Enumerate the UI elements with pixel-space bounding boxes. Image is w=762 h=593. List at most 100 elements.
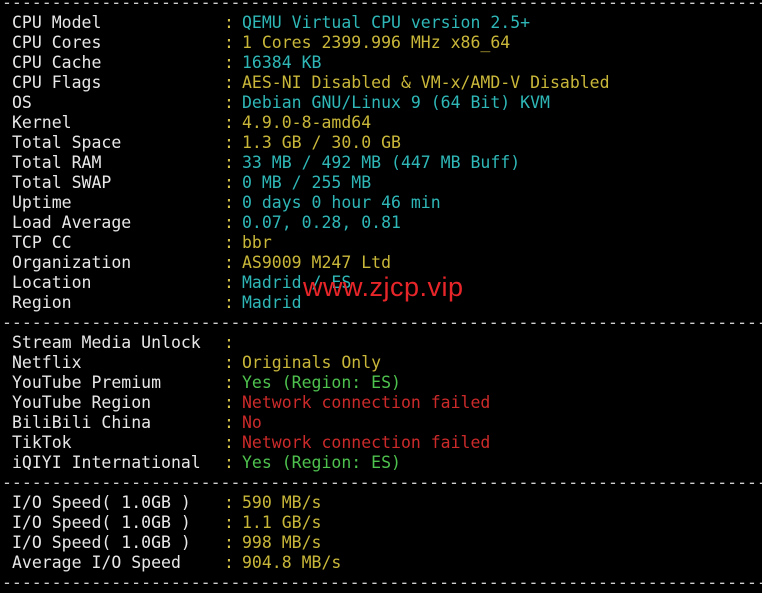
row-value: Yes (Region: ES) [242,373,401,392]
row-key: I/O Speed( 1.0GB ) [12,513,191,532]
info-row: Total RAM:33 MB / 492 MB (447 MB Buff) [2,153,762,173]
row-value: 4.9.0-8-amd64 [242,113,372,132]
row-colon: : [224,213,234,232]
row-key: Region [12,293,72,312]
io-row: I/O Speed( 1.0GB ):590 MB/s [2,493,762,513]
row-colon: : [224,13,234,32]
row-key: iQIYI International [12,453,201,472]
row-colon: : [224,413,234,432]
system-info-section: CPU Model: QEMU Virtual CPU version 2.5+ … [2,13,762,313]
separator-line: ----------------------------------------… [2,573,762,592]
row-value: 998 MB/s [242,533,322,552]
row-colon: : [224,373,234,392]
io-row: I/O Speed( 1.0GB ):1.1 GB/s [2,513,762,533]
row-colon: : [224,273,234,292]
media-row: iQIYI International: Yes (Region: ES) [2,453,762,473]
info-row: Uptime:0 days 0 hour 46 min [2,193,762,213]
row-key: YouTube Premium [12,373,162,392]
io-row: Average I/O Speed:904.8 MB/s [2,553,762,573]
row-colon: : [224,433,234,452]
row-key: OS [12,93,32,112]
row-key: Total Space [12,133,122,152]
separator-line: ----------------------------------------… [2,313,762,332]
row-key: I/O Speed( 1.0GB ) [12,493,191,512]
row-key: Uptime [12,193,72,212]
row-value: 590 MB/s [242,493,322,512]
info-row: Organization: AS9009 M247 Ltd [2,253,762,273]
row-value: 1.1 GB/s [242,513,322,532]
row-key: Total RAM [12,153,102,172]
row-value: 0 MB / 255 MB [242,173,372,192]
row-value: Originals Only [242,353,382,372]
row-colon: : [224,353,234,372]
separator-line: ----------------------------------------… [2,473,762,492]
row-value: bbr [242,233,272,252]
media-row: Stream Media Unlock: [2,333,762,353]
row-colon: : [224,73,234,92]
row-value: 904.8 MB/s [242,553,342,572]
row-key: CPU Model [12,13,102,32]
row-colon: : [224,293,234,312]
row-key: Average I/O Speed [12,553,181,572]
row-value: 0 days 0 hour 46 min [242,193,441,212]
row-colon: : [224,513,234,532]
separator-line: ----------------------------------------… [2,0,762,12]
media-row: TikTok: Network connection failed [2,433,762,453]
row-value: 33 MB / 492 MB (447 MB Buff) [242,153,521,172]
row-colon: : [224,113,234,132]
row-key: Organization [12,253,132,272]
row-value: Network connection failed [242,393,491,412]
row-colon: : [224,333,234,352]
row-value: 1.3 GB / 30.0 GB [242,133,401,152]
info-row: CPU Flags: AES-NI Disabled & VM-x/AMD-V D… [2,73,762,93]
row-colon: : [224,493,234,512]
info-row: TCP CC: bbr [2,233,762,253]
row-key: CPU Flags [12,73,102,92]
media-row: YouTube Region: Network connection failed [2,393,762,413]
row-value: AS9009 M247 Ltd [242,253,392,272]
row-key: Total SWAP [12,173,112,192]
media-row: Netflix: Originals Only [2,353,762,373]
row-value: 0.07, 0.28, 0.81 [242,213,401,232]
row-colon: : [224,253,234,272]
row-key: Stream Media Unlock [12,333,201,352]
info-row: Total SWAP:0 MB / 255 MB [2,173,762,193]
row-value: Yes (Region: ES) [242,453,401,472]
watermark-text: www.zjcp.vip [303,272,464,302]
row-key: TCP CC [12,233,72,252]
row-colon: : [224,193,234,212]
io-speed-section: I/O Speed( 1.0GB ):590 MB/s I/O Speed( 1… [2,493,762,573]
row-key: Kernel [12,113,72,132]
info-row: Load Average:0.07, 0.28, 0.81 [2,213,762,233]
row-value: 1 Cores 2399.996 MHz x86_64 [242,33,511,52]
row-colon: : [224,233,234,252]
row-value: Madrid [242,293,302,312]
row-colon: : [224,133,234,152]
row-key: YouTube Region [12,393,152,412]
row-colon: : [224,153,234,172]
row-key: Location [12,273,92,292]
row-colon: : [224,553,234,572]
row-value: No [242,413,262,432]
row-colon: : [224,33,234,52]
info-row: Kernel:4.9.0-8-amd64 [2,113,762,133]
row-colon: : [224,533,234,552]
info-row: CPU Cache:16384 KB [2,53,762,73]
row-key: CPU Cores [12,33,102,52]
row-colon: : [224,393,234,412]
media-unlock-section: Stream Media Unlock: Netflix: Originals O… [2,333,762,473]
media-row: YouTube Premium: Yes (Region: ES) [2,373,762,393]
row-colon: : [224,93,234,112]
info-row: Total Space:1.3 GB / 30.0 GB [2,133,762,153]
row-colon: : [224,173,234,192]
row-value: AES-NI Disabled & VM-x/AMD-V Disabled [242,73,610,92]
row-value: 16384 KB [242,53,322,72]
row-value: Debian GNU/Linux 9 (64 Bit) KVM [242,93,550,112]
row-key: Netflix [12,353,82,372]
row-colon: : [224,53,234,72]
row-value: Network connection failed [242,433,491,452]
info-row: CPU Model: QEMU Virtual CPU version 2.5+ [2,13,762,33]
media-row: BiliBili China: No [2,413,762,433]
info-row: OS: Debian GNU/Linux 9 (64 Bit) KVM [2,93,762,113]
row-key: BiliBili China [12,413,152,432]
